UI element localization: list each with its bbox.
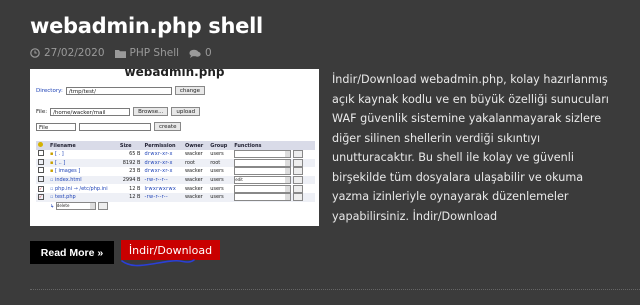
file-functions: edit <box>232 175 315 185</box>
col-owner: Owner <box>182 141 209 150</box>
row-checkbox <box>38 158 44 165</box>
file-functions <box>232 184 315 193</box>
post-date: 27/02/2020 <box>30 47 105 59</box>
folder-icon: ▪ <box>50 168 54 175</box>
post-category-text[interactable]: PHP Shell <box>130 47 180 59</box>
file-name: php.ini → /etc/php.ini <box>54 185 108 192</box>
file-functions <box>232 167 315 176</box>
post-meta: 27/02/2020 PHP Shell 0 <box>30 47 212 59</box>
table-row: ▪ [ . ] 65 B drwxr-xr-x wacker users <box>36 150 315 159</box>
col-select <box>36 141 48 150</box>
file-label: File: <box>36 108 48 115</box>
table-row: ▪ [ .. ] 8192 B drwxr-xr-x root root <box>36 158 315 168</box>
file-group: users <box>210 151 224 158</box>
underline-scribble <box>121 259 195 267</box>
file-functions <box>232 150 315 159</box>
file-owner: root <box>182 158 209 168</box>
file-owner: wacker <box>182 192 209 202</box>
file-row: File: /home/wacker/mail Browse... upload <box>36 107 201 116</box>
post-comments[interactable]: 0 <box>189 47 212 59</box>
file-input: /home/wacker/mail <box>50 107 131 116</box>
file-owner: wacker <box>184 151 203 158</box>
create-row: File create <box>36 122 182 131</box>
col-group: Group <box>208 141 233 150</box>
file-owner: wacker <box>182 175 209 185</box>
file-size: 23 B <box>129 168 141 175</box>
table-row: ✓ ▫ test.php 12 B -rw-r--r-- wacker user… <box>36 192 315 202</box>
file-functions <box>232 192 315 202</box>
file-perm: drwxr-xr-x <box>142 158 183 168</box>
file-group: users <box>210 168 224 175</box>
create-input <box>79 122 151 131</box>
col-permission: Permission <box>142 141 183 150</box>
table-footer-row: ↳ delete <box>36 201 315 211</box>
file-size: 65 B <box>129 151 141 158</box>
file-owner: wacker <box>184 185 203 192</box>
file-size: 8192 B <box>117 158 143 168</box>
file-perm: drwxr-xr-x <box>144 168 173 175</box>
screenshot-title: webadmin.php <box>124 69 225 79</box>
file-group: users <box>208 192 233 202</box>
file-name: test.php <box>54 194 76 201</box>
post-date-text: 27/02/2020 <box>44 47 105 59</box>
clock-icon <box>30 48 40 58</box>
col-size: Size <box>117 141 143 150</box>
file-name: [ .. ] <box>54 159 66 166</box>
select-arrow-icon: ↳ <box>50 203 55 210</box>
directory-row: Directory: /tmp/test/ change <box>36 86 206 95</box>
file-table-header: Filename Size Permission Owner Group Fun… <box>36 141 315 150</box>
file-icon: ▫ <box>50 177 54 184</box>
file-perm: -rw-r--r-- <box>142 175 183 185</box>
post-description: İndir/Download webadmin.php, kolay hazır… <box>332 73 609 223</box>
function-select: edit <box>234 176 292 185</box>
file-icon: ▫ <box>50 185 54 192</box>
file-size: 12 B <box>129 185 141 192</box>
smiley-icon <box>38 142 43 147</box>
file-perm: -rw-r--r-- <box>142 192 183 202</box>
file-name: index.html <box>54 177 82 184</box>
col-functions: Functions <box>232 141 315 150</box>
file-group: root <box>208 158 233 168</box>
file-perm: drwxr-xr-x <box>144 151 173 158</box>
read-more-button[interactable]: Read More » <box>30 241 114 264</box>
table-row: ✓ ▫ php.ini → /etc/php.ini 12 B lrwxrwxr… <box>36 184 315 193</box>
file-name: [ images ] <box>54 168 81 175</box>
post-divider <box>30 289 640 290</box>
row-checkbox <box>38 150 44 157</box>
folder-icon: ▪ <box>50 159 54 166</box>
table-row: ▪ [ images ] 23 B drwxr-xr-x wacker user… <box>36 167 315 176</box>
post-thumbnail[interactable]: webadmin.php Directory: /tmp/test/ chang… <box>30 69 319 226</box>
browse-button: Browse... <box>133 107 169 116</box>
folder-icon: ▪ <box>50 151 54 158</box>
upload-button: upload <box>171 107 201 116</box>
row-checkbox <box>38 167 44 174</box>
type-select: File <box>36 122 76 131</box>
file-owner: wacker <box>184 168 203 175</box>
file-perm: lrwxrwxrwx <box>144 185 177 192</box>
file-table: Filename Size Permission Owner Group Fun… <box>36 141 315 210</box>
col-filename: Filename <box>48 141 118 150</box>
comments-icon <box>189 49 201 58</box>
row-checkbox: ✓ <box>38 185 44 192</box>
create-button: create <box>154 122 182 131</box>
file-group: users <box>208 175 233 185</box>
change-button: change <box>174 86 206 95</box>
directory-label: Directory: <box>36 87 63 94</box>
row-checkbox <box>38 176 44 183</box>
table-row: ▫ index.html 2994 B -rw-r--r-- wacker us… <box>36 175 315 185</box>
folder-icon <box>114 49 126 58</box>
post-category[interactable]: PHP Shell <box>114 47 180 59</box>
directory-input: /tmp/test/ <box>65 86 172 95</box>
file-name: [ . ] <box>54 151 64 158</box>
file-functions <box>232 158 315 168</box>
post-comments-count[interactable]: 0 <box>205 47 212 59</box>
file-group: users <box>210 185 224 192</box>
post-title[interactable]: webadmin.php shell <box>30 14 263 38</box>
file-icon: ▫ <box>50 194 54 201</box>
bulk-action-select: delete <box>55 201 96 210</box>
row-checkbox: ✓ <box>38 194 44 201</box>
file-size: 2994 B <box>117 175 143 185</box>
file-size: 12 B <box>117 192 143 202</box>
